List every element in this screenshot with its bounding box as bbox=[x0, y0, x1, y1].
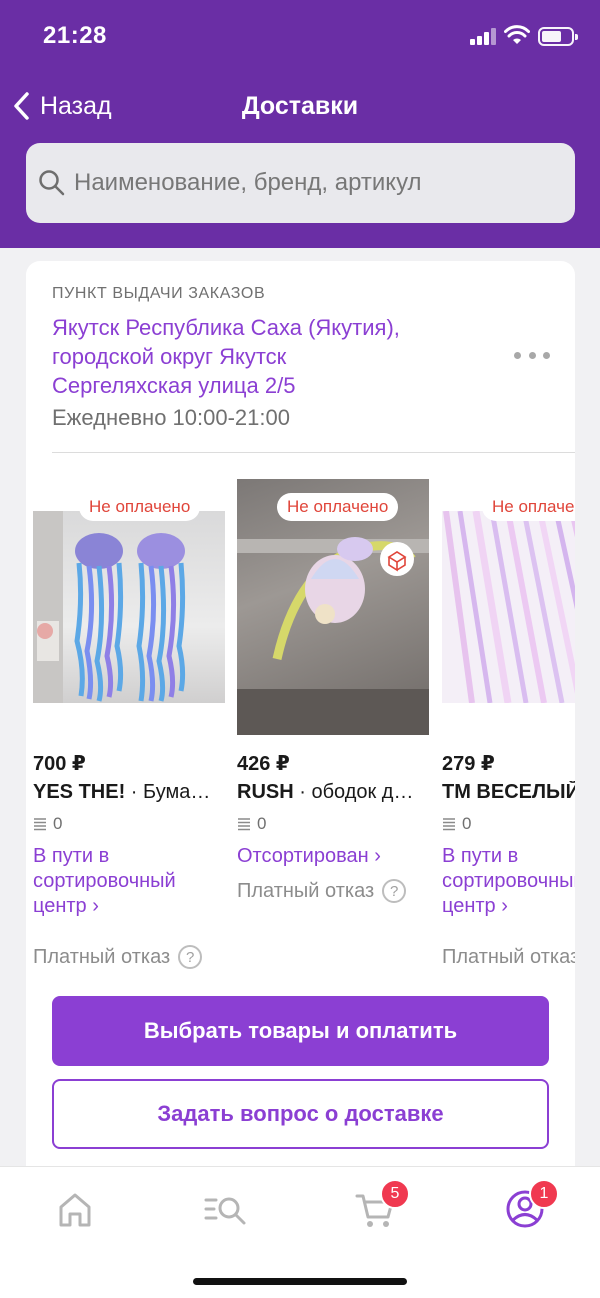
product-card[interactable]: Не оплачено 426 ₽ RUSH · ободок для воло… bbox=[237, 479, 429, 919]
paid-refusal: Платный отказ ? bbox=[237, 879, 407, 903]
product-price: 279 ₽ bbox=[442, 753, 495, 775]
list-icon bbox=[34, 818, 46, 831]
wifi-icon bbox=[504, 25, 530, 44]
product-card[interactable]: Не оплачено 279 ₽ ТМ ВЕСЕЛЫЙ ПРАЗДНИК 0 … bbox=[442, 479, 575, 968]
cart-count-badge: 5 bbox=[380, 1179, 410, 1209]
paid-refusal: Платный отказ ? bbox=[442, 945, 575, 969]
status-bar: 21:28 bbox=[0, 0, 600, 72]
signal-icon bbox=[470, 28, 496, 45]
delivery-card: ПУНКТ ВЫДАЧИ ЗАКАЗОВ Якутск Республика С… bbox=[26, 261, 575, 1181]
paid-refusal-label: Платный отказ bbox=[33, 945, 171, 968]
tab-catalog[interactable] bbox=[202, 1187, 250, 1231]
address-line: Сергеляхская улица 2/5 bbox=[52, 373, 296, 398]
home-indicator bbox=[193, 1278, 407, 1285]
review-count: 0 bbox=[33, 814, 62, 834]
profile-notification-badge: 1 bbox=[529, 1179, 559, 1209]
page-title: Доставки bbox=[241, 92, 359, 120]
delivery-status-link[interactable]: В пути в сортировочный центр › bbox=[33, 844, 223, 919]
delivery-status-link[interactable]: Отсортирован › bbox=[237, 844, 427, 869]
ask-delivery-question-button[interactable]: Задать вопрос о доставке bbox=[52, 1079, 549, 1149]
header: 21:28 Назад Доставки bbox=[0, 0, 600, 248]
product-image bbox=[33, 511, 225, 703]
product-name: · Бумажные медузы bbox=[130, 781, 217, 803]
search-input[interactable] bbox=[74, 169, 554, 197]
product-brand: ТМ ВЕСЕЛЫЙ ПРАЗДНИК bbox=[442, 781, 575, 803]
paid-refusal: Платный отказ ? bbox=[33, 945, 203, 969]
jellyfish-image bbox=[33, 511, 186, 703]
status-time: 21:28 bbox=[43, 22, 107, 49]
review-count-value: 0 bbox=[257, 814, 267, 833]
delivery-status-link[interactable]: В пути в сортировочный центр › bbox=[442, 844, 575, 919]
product-price: 426 ₽ bbox=[237, 753, 290, 775]
tab-profile[interactable]: 1 bbox=[501, 1179, 559, 1231]
nav-bar: Назад Доставки bbox=[0, 78, 600, 134]
tab-bar: 5 1 bbox=[0, 1166, 600, 1298]
product-title: RUSH · ободок для волос bbox=[237, 781, 421, 804]
select-and-pay-button[interactable]: Выбрать товары и оплатить bbox=[52, 996, 549, 1066]
review-count: 0 bbox=[442, 814, 471, 834]
divider bbox=[52, 452, 575, 453]
tab-home[interactable] bbox=[51, 1187, 99, 1231]
list-icon bbox=[238, 818, 250, 831]
search-bar[interactable] bbox=[26, 143, 575, 223]
help-icon[interactable]: ? bbox=[178, 945, 203, 969]
more-options-button[interactable] bbox=[514, 347, 550, 363]
paid-refusal-label: Платный отказ bbox=[442, 945, 575, 968]
battery-icon bbox=[538, 27, 578, 46]
help-icon[interactable]: ? bbox=[382, 879, 407, 903]
product-title: ТМ ВЕСЕЛЫЙ ПРАЗДНИК bbox=[442, 781, 575, 804]
tab-cart[interactable]: 5 bbox=[352, 1179, 410, 1231]
pickup-point-label: ПУНКТ ВЫДАЧИ ЗАКАЗОВ bbox=[52, 285, 266, 302]
review-count-value: 0 bbox=[462, 814, 472, 833]
product-card[interactable]: Не оплачено 700 ₽ YES THE! · Бумажные ме… bbox=[33, 479, 225, 969]
foil-curtain-image bbox=[443, 511, 575, 703]
search-icon bbox=[39, 170, 65, 196]
address-line: Якутск Республика Саха (Якутия), bbox=[52, 315, 400, 340]
product-name: · ободок для волос bbox=[299, 781, 421, 803]
paid-refusal-label: Платный отказ bbox=[237, 879, 375, 902]
product-image bbox=[442, 511, 575, 703]
home-icon bbox=[59, 1193, 91, 1227]
unpaid-badge: Не оплачено bbox=[482, 493, 575, 521]
pickup-address[interactable]: Якутск Республика Саха (Якутия), городск… bbox=[52, 313, 472, 400]
unpaid-badge: Не оплачено bbox=[277, 493, 399, 521]
product-price: 700 ₽ bbox=[33, 753, 86, 775]
product-brand: YES THE! bbox=[33, 781, 126, 803]
unpaid-badge: Не оплачено bbox=[79, 493, 201, 521]
address-line: городской округ Якутск bbox=[52, 344, 287, 369]
catalog-search-icon bbox=[204, 1197, 246, 1225]
product-brand: RUSH bbox=[237, 781, 294, 803]
pickup-hours: Ежедневно 10:00-21:00 bbox=[52, 405, 290, 430]
review-count: 0 bbox=[237, 814, 266, 834]
product-title: YES THE! · Бумажные медузы bbox=[33, 781, 217, 804]
list-icon bbox=[443, 818, 455, 831]
review-count-value: 0 bbox=[53, 814, 63, 833]
